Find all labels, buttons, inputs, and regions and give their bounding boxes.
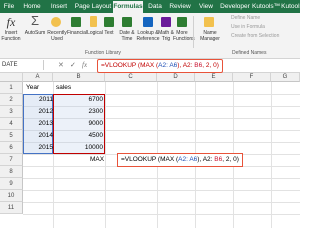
column-header-f[interactable]: F	[233, 73, 271, 82]
ribbon-separator	[193, 16, 194, 48]
tab-kutools[interactable]: Kutools	[281, 1, 303, 13]
column-header-c[interactable]: C	[105, 73, 157, 82]
row-header-8[interactable]: 8	[0, 166, 23, 178]
column-header-e[interactable]: E	[195, 73, 233, 82]
cell-a4[interactable]: 2013	[1, 120, 53, 127]
formula-input[interactable]: =VLOOKUP (MAX (A2: A6), A2: B6, 2, 0)	[97, 59, 223, 73]
name-manager-button[interactable]: Name Manager	[195, 30, 225, 42]
star-icon	[51, 17, 61, 27]
fx-bar-icon[interactable]: fx	[82, 61, 87, 70]
text-book-icon	[104, 17, 114, 27]
tab-kutools-tm[interactable]: Kutools™	[252, 1, 280, 13]
gridline	[23, 214, 300, 215]
cell-b6[interactable]: 10000	[51, 144, 103, 151]
clock-icon	[122, 17, 132, 27]
tab-file[interactable]: File	[2, 1, 16, 13]
row-header-11[interactable]: 11	[0, 202, 23, 214]
name-manager-icon	[204, 17, 214, 27]
formula-post: , 2, 0)	[202, 62, 219, 69]
cell-a6[interactable]: 2015	[1, 144, 53, 151]
tab-insert[interactable]: Insert	[47, 1, 71, 13]
cell-a2[interactable]: 2011	[1, 96, 53, 103]
theta-icon	[161, 17, 171, 27]
date-time-button[interactable]: Date & Time	[117, 30, 137, 42]
tab-view[interactable]: View	[195, 1, 217, 13]
sigma-icon[interactable]: Σ	[24, 14, 46, 28]
create-from-selection-command[interactable]: Create from Selection	[231, 33, 279, 40]
cell-a3[interactable]: 2012	[1, 108, 53, 115]
gridline	[271, 82, 272, 228]
more-functions-button[interactable]: More Functions	[173, 30, 195, 42]
cell-formula-range-1: A2: A6	[178, 156, 198, 163]
formula-pre: =VLOOKUP (MAX (	[101, 62, 159, 69]
text-button[interactable]: Text	[101, 30, 117, 36]
formula-mid: ), A2:	[177, 62, 195, 69]
tab-data[interactable]: Data	[145, 1, 165, 13]
row-header-9[interactable]: 9	[0, 178, 23, 190]
book-icon	[71, 17, 81, 27]
enter-icon[interactable]: ✓	[70, 61, 76, 70]
column-header-g[interactable]: G	[271, 73, 300, 82]
cell-b4[interactable]: 9000	[51, 120, 103, 127]
row-header-1[interactable]: 1	[0, 82, 23, 94]
cell-b2[interactable]: 6700	[51, 96, 103, 103]
tab-page-layout[interactable]: Page Layout	[73, 1, 113, 13]
ribbon-tab-bar: File Home Insert Page Layout Formulas Da…	[0, 0, 303, 13]
tab-formulas[interactable]: Formulas	[113, 1, 143, 13]
cell-b5[interactable]: 4500	[51, 132, 103, 139]
group-label-function-library: Function Library	[85, 50, 121, 56]
gridline	[23, 190, 300, 191]
search-book-icon	[143, 17, 153, 27]
use-in-formula-command[interactable]: Use in Formula	[231, 24, 265, 31]
formula-bar: DATE ✕ ✓ fx =VLOOKUP (MAX (A2: A6), A2: …	[0, 59, 300, 73]
insert-function-button[interactable]: Insert Function	[0, 30, 22, 42]
cell-a5[interactable]: 2014	[1, 132, 53, 139]
ribbon: fx Insert Function Σ AutoSum Recently Us…	[0, 13, 300, 59]
row-header-10[interactable]: 10	[0, 190, 23, 202]
formula-range-1: A2: A6	[158, 62, 178, 69]
column-header-b[interactable]: B	[53, 73, 105, 82]
cell-b1[interactable]: sales	[56, 84, 71, 91]
active-cell-formula[interactable]: =VLOOKUP (MAX (A2: A6), A2: B6, 2, 0)	[117, 153, 243, 167]
cell-a1[interactable]: Year	[26, 84, 39, 91]
cell-formula-post: , 2, 0)	[222, 156, 239, 163]
define-name-command[interactable]: Define Name	[231, 15, 260, 22]
select-all-corner[interactable]	[0, 73, 23, 82]
tab-home[interactable]: Home	[20, 1, 44, 13]
cell-formula-mid: ), A2:	[197, 156, 215, 163]
tab-review[interactable]: Review	[167, 1, 193, 13]
group-label-defined-names: Defined Names	[232, 50, 267, 56]
cancel-icon[interactable]: ✕	[58, 61, 64, 70]
gridline	[105, 82, 106, 228]
tab-developer[interactable]: Developer	[219, 1, 251, 13]
cell-b3[interactable]: 2300	[51, 108, 103, 115]
worksheet-grid[interactable]: A B C D E F G 1 2 3 4 5 6 7 8 9 10 11 Ye…	[0, 73, 300, 228]
column-header-d[interactable]: D	[157, 73, 195, 82]
fx-icon[interactable]: fx	[0, 15, 22, 29]
cell-max-label[interactable]: MAX	[90, 156, 104, 163]
gridline	[23, 178, 300, 179]
cell-formula-pre: =VLOOKUP (MAX (	[121, 156, 179, 163]
question-icon	[90, 16, 97, 27]
column-header-a[interactable]: A	[23, 73, 53, 82]
row-header-7[interactable]: 7	[0, 154, 23, 166]
gridline	[23, 202, 300, 203]
more-functions-icon	[177, 17, 187, 27]
name-box[interactable]: DATE	[0, 60, 44, 70]
